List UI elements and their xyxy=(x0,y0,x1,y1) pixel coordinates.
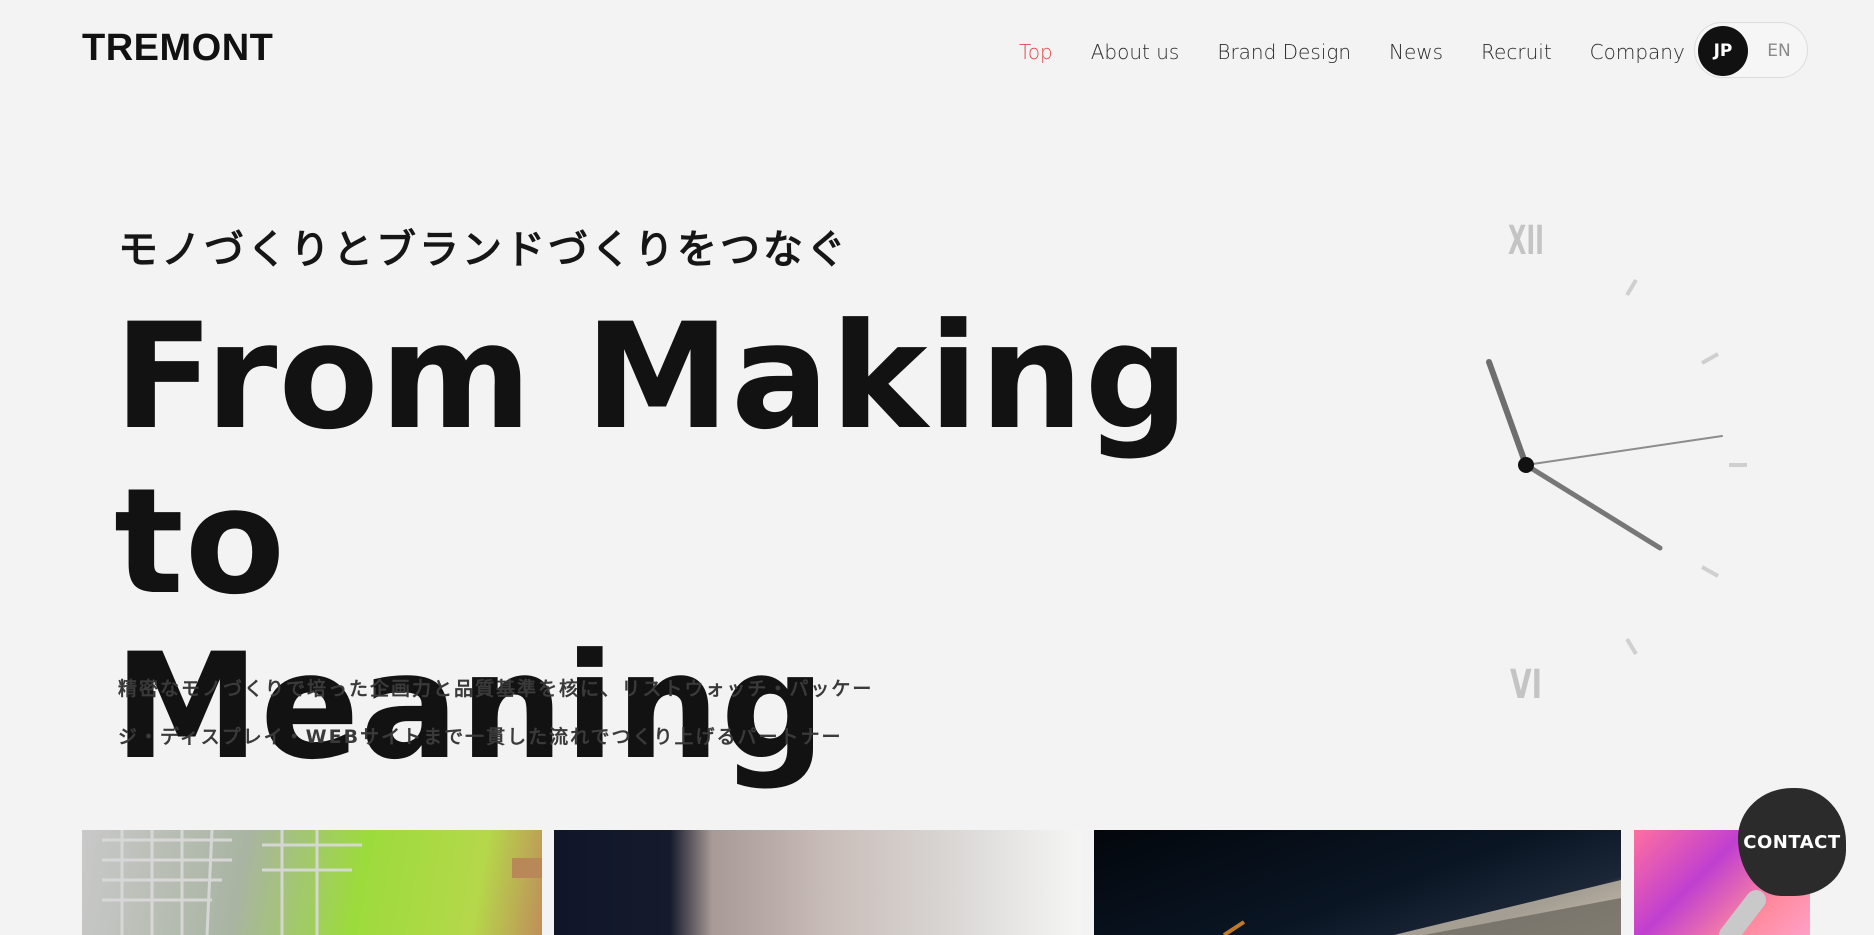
nav-item-news[interactable]: News xyxy=(1370,36,1462,68)
shopping-cart-photo xyxy=(102,830,542,935)
main-nav: Top About us Brand Design News Recruit C… xyxy=(1000,36,1704,68)
clock-graphic: XII VI xyxy=(1426,218,1826,698)
gallery-image-shopping-carts[interactable] xyxy=(82,830,542,935)
nav-item-top[interactable]: Top xyxy=(1000,36,1072,68)
nav-item-brand-design[interactable]: Brand Design xyxy=(1198,36,1370,68)
nav-item-company[interactable]: Company xyxy=(1571,36,1704,68)
hero-description-line-1: 精密なモノづくりで培った企画力と品質基準を核に、リストウォッチ・パッケー xyxy=(118,678,874,700)
site-header: TREMONT Top About us Brand Design News R… xyxy=(0,0,1874,110)
clock-hour-hand xyxy=(1486,359,1529,468)
hero-description-line-2: ジ・ディスプレイ・WEBサイトまで一貫した流れでつくり上げるパートナー xyxy=(118,726,843,748)
hero-description: 精密なモノづくりで培った企画力と品質基準を核に、リストウォッチ・パッケー ジ・デ… xyxy=(118,665,978,761)
gallery-image-dark-product[interactable] xyxy=(1094,830,1621,935)
site-logo[interactable]: TREMONT xyxy=(82,24,273,72)
clock-second-hand xyxy=(1525,435,1723,466)
clock-center-dot xyxy=(1518,457,1534,473)
nav-item-about-us[interactable]: About us xyxy=(1072,36,1199,68)
hero-subtitle: モノづくりとブランドづくりをつなぐ xyxy=(118,227,849,273)
clock-icon: XII VI xyxy=(1486,218,1747,698)
language-toggle: JP EN xyxy=(1694,22,1808,78)
clock-numeral-top: XII xyxy=(1508,218,1544,264)
clock-ticks xyxy=(1625,278,1747,656)
dark-product-photo xyxy=(1222,880,1621,935)
contact-button[interactable]: CONTACT xyxy=(1738,788,1846,896)
clock-numeral-bottom: VI xyxy=(1510,662,1542,698)
hero-title-line-1: From Making to xyxy=(114,292,1191,627)
lang-jp-button[interactable]: JP xyxy=(1698,26,1748,76)
gallery-image-portrait[interactable] xyxy=(554,830,1081,935)
lang-en-button[interactable]: EN xyxy=(1757,26,1801,76)
image-gallery xyxy=(0,830,1874,935)
clock-minute-hand xyxy=(1523,462,1663,551)
nav-item-recruit[interactable]: Recruit xyxy=(1462,36,1571,68)
